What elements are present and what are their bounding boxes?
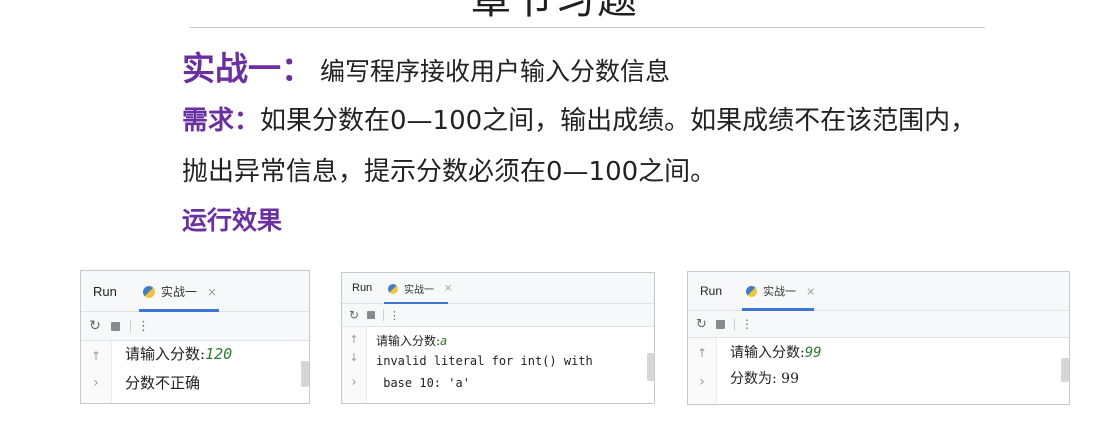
more-icon[interactable]: ⋮ xyxy=(389,309,400,322)
stop-icon[interactable] xyxy=(111,321,120,331)
console-line: invalid literal for int() with xyxy=(376,354,593,368)
toolbar-divider xyxy=(383,309,384,321)
stop-icon[interactable] xyxy=(716,319,725,329)
right-arrow-icon[interactable]: › xyxy=(81,375,111,391)
slide-title: 章节习题 xyxy=(471,0,639,23)
title-divider xyxy=(190,27,985,28)
run-panel-header: Run 实战一 × xyxy=(81,271,309,312)
rerun-icon[interactable]: ↻ xyxy=(87,318,103,334)
console-output: ↑ › 请输入分数:120 分数不正确 xyxy=(81,341,309,403)
python-icon xyxy=(143,285,155,298)
exercise-heading: 实战一： 编写程序接收用户输入分数信息 xyxy=(182,42,671,88)
run-label: Run xyxy=(93,284,117,299)
console-line: 分数为: 99 xyxy=(730,371,799,387)
run-panel-header: Run 实战一 × xyxy=(688,272,1069,311)
stop-icon[interactable] xyxy=(367,311,375,319)
run-panel-2: Run 实战一 × ↻ ⋮ ↑ ↓ › 请输入分数:a invalid lite… xyxy=(341,272,655,404)
run-toolbar: ↻ ⋮ xyxy=(342,304,654,327)
close-icon[interactable]: × xyxy=(444,283,452,294)
run-toolbar: ↻ ⋮ xyxy=(688,311,1069,338)
up-arrow-icon[interactable]: ↑ xyxy=(688,346,716,360)
console-gutter: ↑ › xyxy=(81,341,112,403)
requirement-line-1: 需求：如果分数在0—100之间，输出成绩。如果成绩不在该范围内， xyxy=(182,101,976,141)
rerun-icon[interactable]: ↻ xyxy=(347,308,361,322)
run-panel-header: Run 实战一 × xyxy=(342,273,654,304)
console-gutter: ↑ ↓ › xyxy=(342,327,367,403)
exercise-label: 实战一： xyxy=(182,49,314,88)
console-line: base 10: 'a' xyxy=(376,376,470,390)
tab-run-config[interactable]: 实战一 × xyxy=(388,281,452,296)
console-line: 分数不正确 xyxy=(125,374,201,392)
more-icon[interactable]: ⋮ xyxy=(741,317,753,331)
python-icon xyxy=(746,285,757,297)
rerun-icon[interactable]: ↻ xyxy=(694,317,709,332)
console-output: ↑ ↓ › 请输入分数:a invalid literal for int() … xyxy=(342,327,654,403)
input-value: a xyxy=(440,334,448,348)
right-arrow-icon[interactable]: › xyxy=(688,374,716,390)
console-line: 请输入分数:120 xyxy=(125,343,232,364)
run-panel-1: Run 实战一 × ↻ ⋮ ↑ › 请输入分数:120 分数不正确 xyxy=(80,270,310,404)
requirement-line-2: 抛出异常信息，提示分数必须在0—100之间。 xyxy=(182,157,717,187)
run-label: Run xyxy=(700,284,723,298)
result-label: 运行效果 xyxy=(182,206,283,235)
prompt-text: 请输入分数: xyxy=(376,334,441,348)
scrollbar-thumb[interactable] xyxy=(301,361,309,387)
console-output: ↑ › 请输入分数:99 分数为: 99 xyxy=(688,338,1069,404)
input-value: 120 xyxy=(205,345,233,363)
prompt-text: 请输入分数: xyxy=(125,345,206,363)
more-icon[interactable]: ⋮ xyxy=(137,319,150,334)
close-icon[interactable]: × xyxy=(806,285,815,298)
console-gutter: ↑ › xyxy=(688,338,717,404)
right-arrow-icon[interactable]: › xyxy=(342,375,366,390)
console-line: 请输入分数:a xyxy=(376,332,447,349)
python-icon xyxy=(388,283,398,294)
tab-run-config[interactable]: 实战一 × xyxy=(143,283,217,300)
tab-label: 实战一 xyxy=(763,285,796,298)
toolbar-divider xyxy=(130,319,131,333)
tab-run-config[interactable]: 实战一 × xyxy=(746,283,815,299)
up-arrow-icon[interactable]: ↑ xyxy=(342,333,366,346)
exercise-text: 编写程序接收用户输入分数信息 xyxy=(320,57,671,86)
requirement-text-1: 如果分数在0—100之间，输出成绩。如果成绩不在该范围内， xyxy=(260,106,977,136)
requirement-label: 需求： xyxy=(182,106,261,136)
close-icon[interactable]: × xyxy=(207,285,217,299)
console-line: 请输入分数:99 xyxy=(730,342,822,362)
run-toolbar: ↻ ⋮ xyxy=(81,312,309,341)
tab-label: 实战一 xyxy=(404,285,434,296)
up-arrow-icon[interactable]: ↑ xyxy=(81,349,111,363)
scrollbar-thumb[interactable] xyxy=(647,353,654,381)
input-value: 99 xyxy=(804,345,822,361)
down-arrow-icon[interactable]: ↓ xyxy=(342,351,366,364)
toolbar-divider xyxy=(734,317,735,331)
run-label: Run xyxy=(352,282,373,294)
prompt-text: 请输入分数: xyxy=(730,345,805,361)
run-panel-3: Run 实战一 × ↻ ⋮ ↑ › 请输入分数:99 分数为: 99 xyxy=(687,271,1070,405)
tab-label: 实战一 xyxy=(161,285,198,299)
scrollbar-thumb[interactable] xyxy=(1061,358,1069,382)
